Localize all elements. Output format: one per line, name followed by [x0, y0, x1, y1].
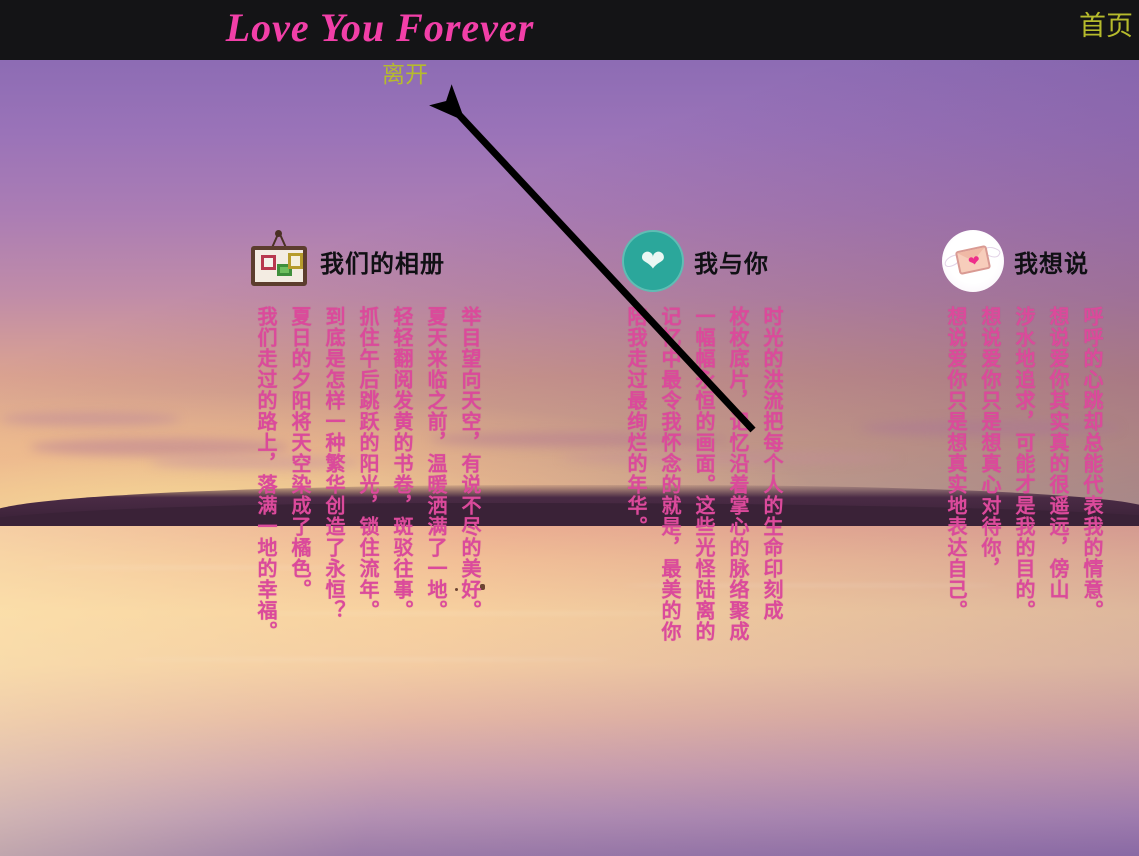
winged-love-letter-icon: ❤ — [942, 230, 1004, 292]
poem-column: 到底是怎样一种繁华创造了永恒？ — [322, 306, 344, 621]
poem-column: 夏日的夕阳将天空染成了橘色。 — [288, 306, 310, 600]
section-i-want-to-say-header[interactable]: ❤ 我想说 — [942, 230, 1089, 292]
poem-column: 枚枚底片，记忆沿着掌心的脉络聚成 — [726, 306, 748, 642]
poem-column: 陪我走过最绚烂的年华。 — [624, 306, 646, 537]
main-content: 我们的相册 举目望向天空，有说不尽的美好。 夏天来临之前，温暖洒满了一地。 轻轻… — [0, 60, 1139, 856]
nav-link-home[interactable]: 首页 — [1079, 0, 1133, 52]
poem-column: 记忆中最令我怀念的就是，最美的你 — [658, 306, 680, 642]
section-you-and-me-title: 我与你 — [694, 250, 769, 278]
section-you-and-me-poem: 时光的洪流把每个人的生命印刻成 枚枚底片，记忆沿着掌心的脉络聚成 一幅幅永恒的画… — [622, 306, 784, 642]
section-you-and-me-header[interactable]: ❤ 我与你 — [622, 230, 769, 292]
section-i-want-to-say-poem: 呼呼的心跳却总能代表我的情意。 想说爱你其实真的很遥远，傍山 涉水地追求，可能才… — [942, 306, 1104, 621]
page-root: Love You Forever 首页 离开 我们的相册 举目望向天空，有说不尽… — [0, 0, 1139, 856]
poem-column: 轻轻翻阅发黄的书卷，斑驳往事。 — [390, 306, 412, 621]
top-navigation-bar: Love You Forever 首页 — [0, 0, 1139, 60]
poem-column: 呼呼的心跳却总能代表我的情意。 — [1080, 306, 1102, 621]
page-title: Love You Forever — [225, 5, 535, 50]
section-album-poem: 举目望向天空，有说不尽的美好。 夏天来临之前，温暖洒满了一地。 轻轻翻阅发黄的书… — [252, 306, 482, 642]
teal-heart-badge-icon: ❤ — [622, 230, 684, 292]
poem-column: 时光的洪流把每个人的生命印刻成 — [760, 306, 782, 621]
section-i-want-to-say-title: 我想说 — [1014, 250, 1089, 278]
framed-photos-icon — [248, 230, 310, 292]
poem-column: 想说爱你只是想真实地表达自己。 — [944, 306, 966, 621]
poem-column: 涉水地追求，可能才是我的目的。 — [1012, 306, 1034, 621]
poem-column: 抓住午后跳跃的阳光，锁住流年。 — [356, 306, 378, 621]
poem-column: 想说爱你其实真的很遥远，傍山 — [1046, 306, 1068, 600]
poem-column: 我们走过的路上，落满一地的幸福。 — [254, 306, 276, 642]
nav-link-leave[interactable]: 离开 — [382, 59, 428, 89]
poem-column: 举目望向天空，有说不尽的美好。 — [458, 306, 480, 621]
section-album-title: 我们的相册 — [320, 250, 445, 278]
section-album-header[interactable]: 我们的相册 — [248, 230, 445, 292]
poem-column: 夏天来临之前，温暖洒满了一地。 — [424, 306, 446, 621]
poem-column: 想说爱你只是想真心对待你， — [978, 306, 1000, 579]
poem-column: 一幅幅永恒的画面。这些光怪陆离的 — [692, 306, 714, 642]
